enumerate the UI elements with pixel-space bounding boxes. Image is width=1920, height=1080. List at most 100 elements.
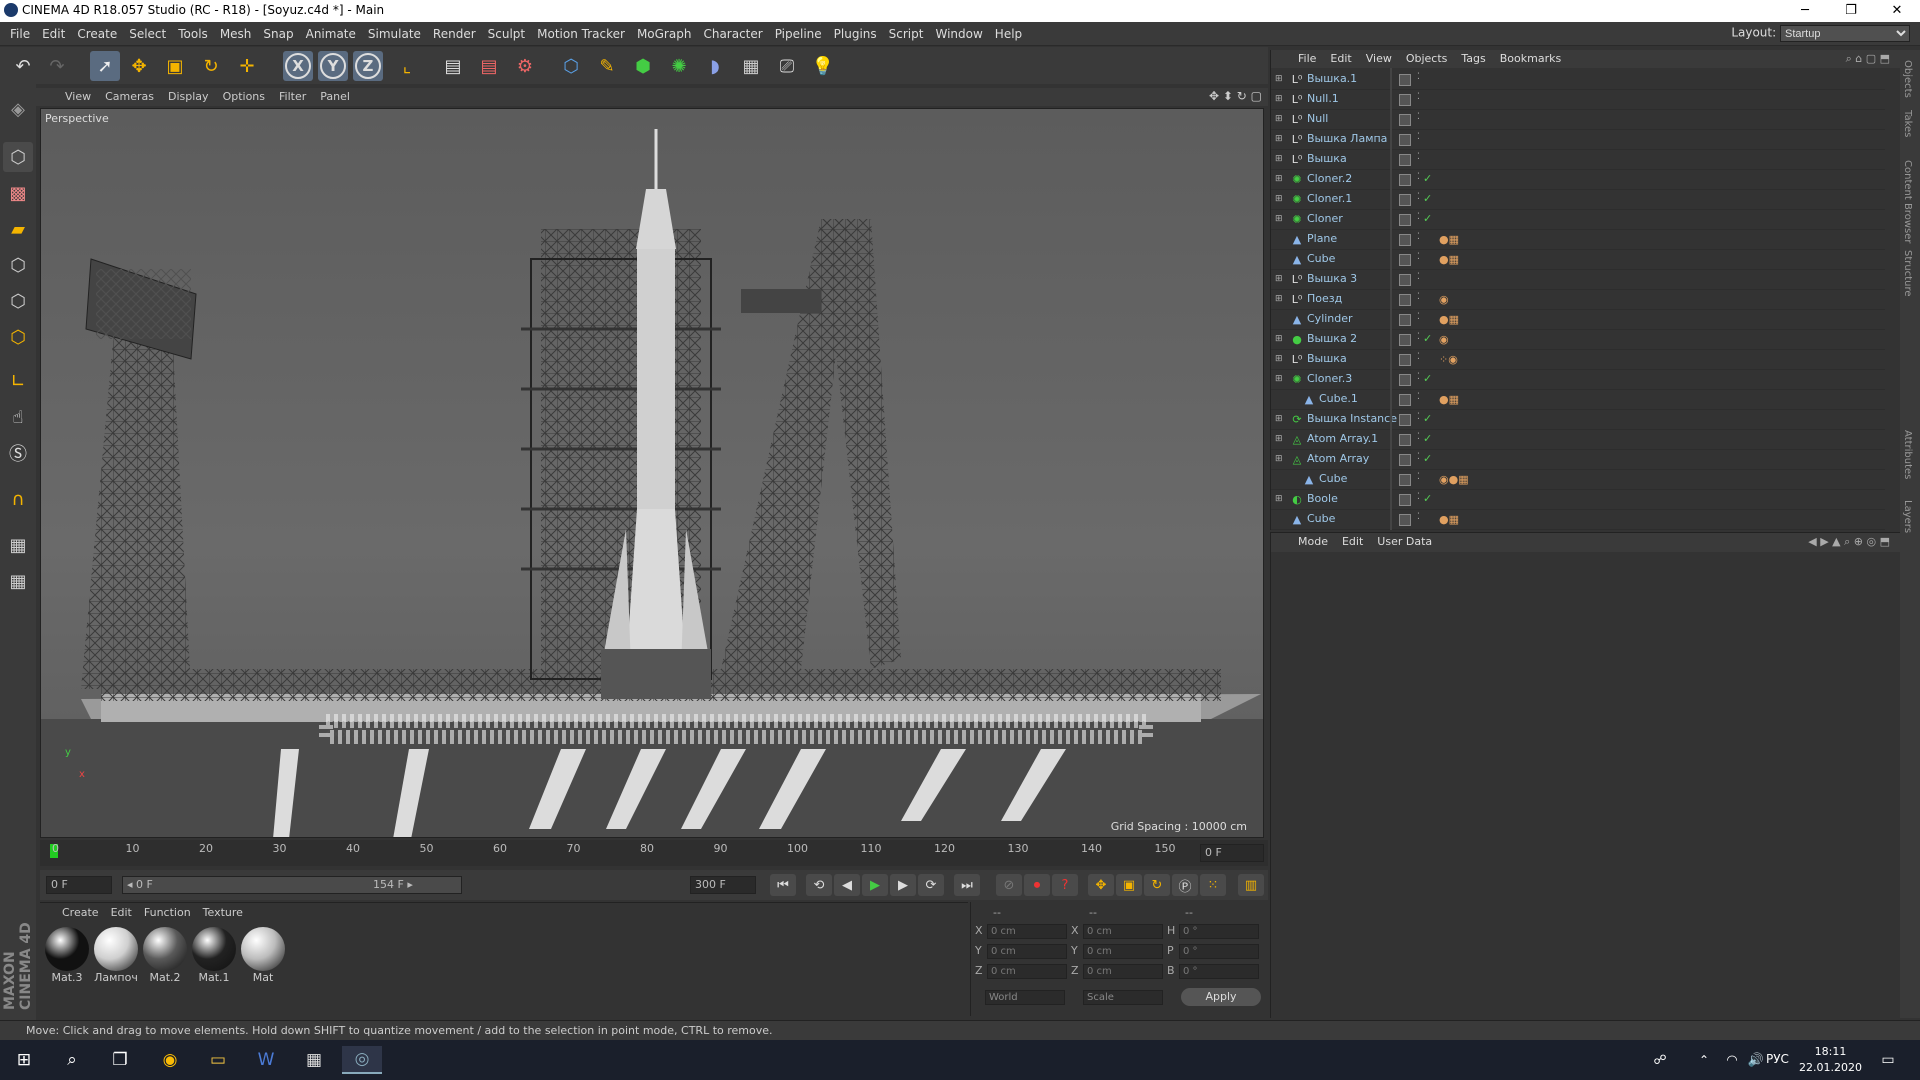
layer-visibility-icon[interactable]	[1399, 394, 1411, 406]
timeline-ruler[interactable]: 0 10 20 30 40 50 60 70 80 90 100 110 120 130 140 150 0 …	[40, 840, 1268, 866]
camera-icon[interactable]: ⎚	[772, 51, 802, 81]
layer-visibility-icon[interactable]	[1399, 474, 1411, 486]
expand-toggle-icon[interactable]	[1275, 234, 1285, 244]
object-row[interactable]: ⊞ ◐ Boole ⁚ ✓	[1271, 490, 1885, 510]
move-icon[interactable]: ✥	[124, 51, 154, 81]
expand-toggle-icon[interactable]: ⊞	[1275, 354, 1285, 364]
menu-script[interactable]: Script	[883, 22, 930, 46]
visibility-dots-icon[interactable]: ⁚	[1417, 232, 1420, 242]
menu-animate[interactable]: Animate	[300, 22, 362, 46]
object-row[interactable]: ⊞ ✺ Cloner.1 ⁚ ✓	[1271, 190, 1885, 210]
calculator-icon[interactable]: ▦	[294, 1046, 334, 1074]
visibility-dots-icon[interactable]: ⁚	[1417, 352, 1420, 362]
visibility-dots-icon[interactable]: ⁚	[1417, 312, 1420, 322]
planar-workplane-icon[interactable]: ▦	[3, 566, 33, 596]
autokey-icon[interactable]: ?	[1052, 874, 1078, 896]
perspective-viewport[interactable]: Perspective y x Grid Spacing: 10000 cm	[40, 108, 1264, 838]
menu-select[interactable]: Select	[123, 22, 172, 46]
points-mode-icon[interactable]: ⬡	[3, 250, 33, 280]
object-name[interactable]: Вышка 3	[1307, 272, 1357, 285]
object-tags[interactable]: ◉	[1439, 293, 1449, 306]
polygons-mode-icon[interactable]: ⬡	[3, 322, 33, 352]
tray-people-icon[interactable]: ☍	[1640, 1046, 1680, 1074]
expand-toggle-icon[interactable]	[1275, 514, 1285, 524]
enabled-check-icon[interactable]: ✓	[1423, 212, 1432, 225]
visibility-dots-icon[interactable]: ⁚	[1417, 452, 1420, 462]
enabled-check-icon[interactable]: ✓	[1423, 412, 1432, 425]
material-swatch[interactable]: Mat	[240, 927, 286, 987]
axis-mode-icon[interactable]: ∟	[3, 366, 33, 396]
expand-toggle-icon[interactable]: ⊞	[1275, 454, 1285, 464]
object-row[interactable]: ⊞ L⁰ Null.1 ⁚	[1271, 90, 1885, 110]
viewport-menu-options[interactable]: Options	[216, 88, 272, 106]
visibility-dots-icon[interactable]: ⁚	[1417, 172, 1420, 182]
layer-visibility-icon[interactable]	[1399, 334, 1411, 346]
cloner-icon[interactable]: ✺	[664, 51, 694, 81]
menu-edit[interactable]: Edit	[36, 22, 71, 46]
coord-value-field[interactable]: 0 cm	[987, 944, 1067, 959]
menu-tools[interactable]: Tools	[172, 22, 214, 46]
deformer-icon[interactable]: ◗	[700, 51, 730, 81]
minimize-button[interactable]: ─	[1782, 0, 1828, 22]
undo-icon[interactable]: ↶	[8, 51, 38, 81]
expand-toggle-icon[interactable]: ⊞	[1275, 154, 1285, 164]
layer-visibility-icon[interactable]	[1399, 154, 1411, 166]
go-to-end-icon[interactable]: ⏭	[954, 874, 980, 896]
attribute-menu-mode[interactable]: Mode	[1291, 532, 1335, 552]
viewport-menu-cameras[interactable]: Cameras	[98, 88, 161, 106]
object-row[interactable]: ▲ Cube ⁚ ●▦	[1271, 510, 1885, 530]
object-menu-view[interactable]: View	[1359, 50, 1399, 68]
viewport-menu-display[interactable]: Display	[161, 88, 216, 106]
enabled-check-icon[interactable]: ✓	[1423, 432, 1432, 445]
close-button[interactable]: ✕	[1874, 0, 1920, 22]
end-frame-field[interactable]: 300 F	[690, 876, 756, 894]
object-menu-file[interactable]: File	[1291, 50, 1323, 68]
layer-visibility-icon[interactable]	[1399, 174, 1411, 186]
object-name[interactable]: Вышка	[1307, 152, 1347, 165]
material-menu-function[interactable]: Function	[138, 903, 197, 923]
expand-toggle-icon[interactable]: ⊞	[1275, 374, 1285, 384]
axis-x-lock-button[interactable]: X	[283, 51, 313, 81]
expand-toggle-icon[interactable]: ⊞	[1275, 494, 1285, 504]
expand-toggle-icon[interactable]: ⊞	[1275, 334, 1285, 344]
visibility-dots-icon[interactable]: ⁚	[1417, 512, 1420, 522]
tweak-mode-icon[interactable]: ☝	[3, 402, 33, 432]
expand-toggle-icon[interactable]	[1275, 394, 1285, 404]
object-menu-objects[interactable]: Objects	[1399, 50, 1455, 68]
start-frame-field[interactable]: 0 F	[46, 876, 112, 894]
viewport-menu-view[interactable]: View	[58, 88, 98, 106]
material-menu-create[interactable]: Create	[56, 903, 105, 923]
visibility-dots-icon[interactable]: ⁚	[1417, 212, 1420, 222]
object-tags[interactable]: ●▦	[1439, 313, 1459, 326]
coord-value-field[interactable]: 0 °	[1179, 944, 1259, 959]
render-settings-icon[interactable]: ⚙	[510, 51, 540, 81]
snapping-icon[interactable]: Ⓢ	[3, 438, 33, 468]
windows-start-icon[interactable]: ⊞	[4, 1046, 44, 1074]
go-to-prev-key-icon[interactable]: ⟲	[806, 874, 832, 896]
object-tags[interactable]: ●▦	[1439, 513, 1459, 526]
object-name[interactable]: Cube	[1319, 472, 1347, 485]
scale-icon[interactable]: ▣	[160, 51, 190, 81]
object-row[interactable]: ⊞ L⁰ Вышка Лампа ⁚	[1271, 130, 1885, 150]
select-cursor-icon[interactable]: ➚	[90, 51, 120, 81]
file-explorer-icon[interactable]: ▭	[198, 1046, 238, 1074]
layer-visibility-icon[interactable]	[1399, 494, 1411, 506]
object-row[interactable]: ▲ Cylinder ⁚ ●▦	[1271, 310, 1885, 330]
coord-value-field[interactable]: 0 cm	[987, 964, 1067, 979]
object-name[interactable]: Atom Array	[1307, 452, 1369, 465]
expand-toggle-icon[interactable]: ⊞	[1275, 94, 1285, 104]
object-name[interactable]: Cloner.1	[1307, 192, 1352, 205]
enabled-check-icon[interactable]: ✓	[1423, 172, 1432, 185]
motion-path-icon[interactable]: ⊘	[996, 874, 1022, 896]
object-name[interactable]: Вышка 2	[1307, 332, 1357, 345]
viewport-nav-icons[interactable]: ✥ ⬍ ↻ ▢	[1209, 89, 1262, 103]
expand-toggle-icon[interactable]	[1275, 314, 1285, 324]
layer-visibility-icon[interactable]	[1399, 74, 1411, 86]
axis-y-lock-button[interactable]: Y	[318, 51, 348, 81]
model-mode-icon[interactable]: ⬡	[3, 142, 33, 172]
object-name[interactable]: Cloner	[1307, 212, 1343, 225]
menu-render[interactable]: Render	[427, 22, 482, 46]
visibility-dots-icon[interactable]: ⁚	[1417, 92, 1420, 102]
object-row[interactable]: ⊞ L⁰ Поезд ⁚ ◉	[1271, 290, 1885, 310]
layer-visibility-icon[interactable]	[1399, 234, 1411, 246]
